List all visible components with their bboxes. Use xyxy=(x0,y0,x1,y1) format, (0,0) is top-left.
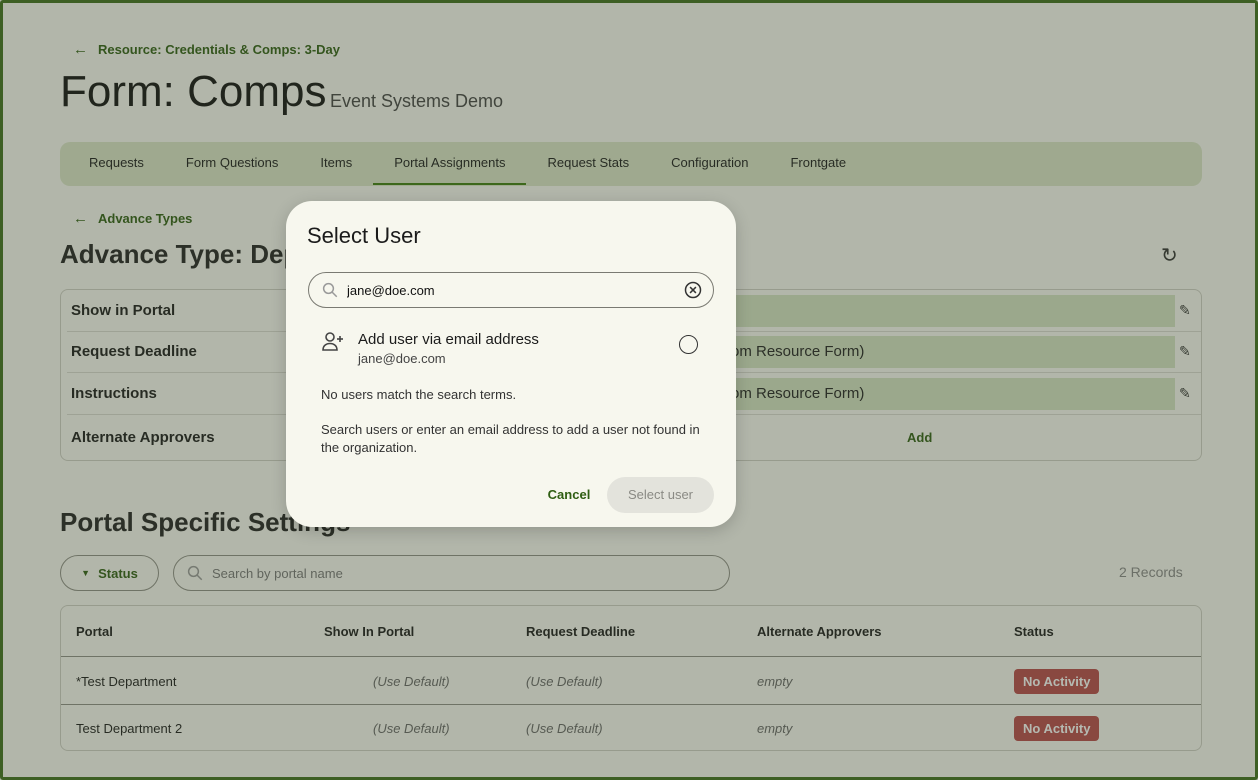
select-user-button[interactable]: Select user xyxy=(607,477,714,513)
add-user-email: jane@doe.com xyxy=(358,351,446,366)
add-user-radio[interactable] xyxy=(679,335,698,354)
user-search xyxy=(308,272,714,308)
select-user-dialog: Select User Add user via email address j… xyxy=(286,201,736,527)
search-icon xyxy=(322,282,338,298)
add-user-option[interactable]: Add user via email address jane@doe.com xyxy=(308,329,714,369)
no-match-text: No users match the search terms. xyxy=(321,387,517,402)
cancel-button[interactable]: Cancel xyxy=(538,477,600,513)
hint-text: Search users or enter an email address t… xyxy=(321,422,700,455)
clear-icon[interactable] xyxy=(683,280,703,300)
add-user-label: Add user via email address xyxy=(358,331,539,348)
user-search-input[interactable] xyxy=(347,282,677,298)
dialog-title: Select User xyxy=(307,223,421,248)
person-add-icon xyxy=(322,332,343,351)
